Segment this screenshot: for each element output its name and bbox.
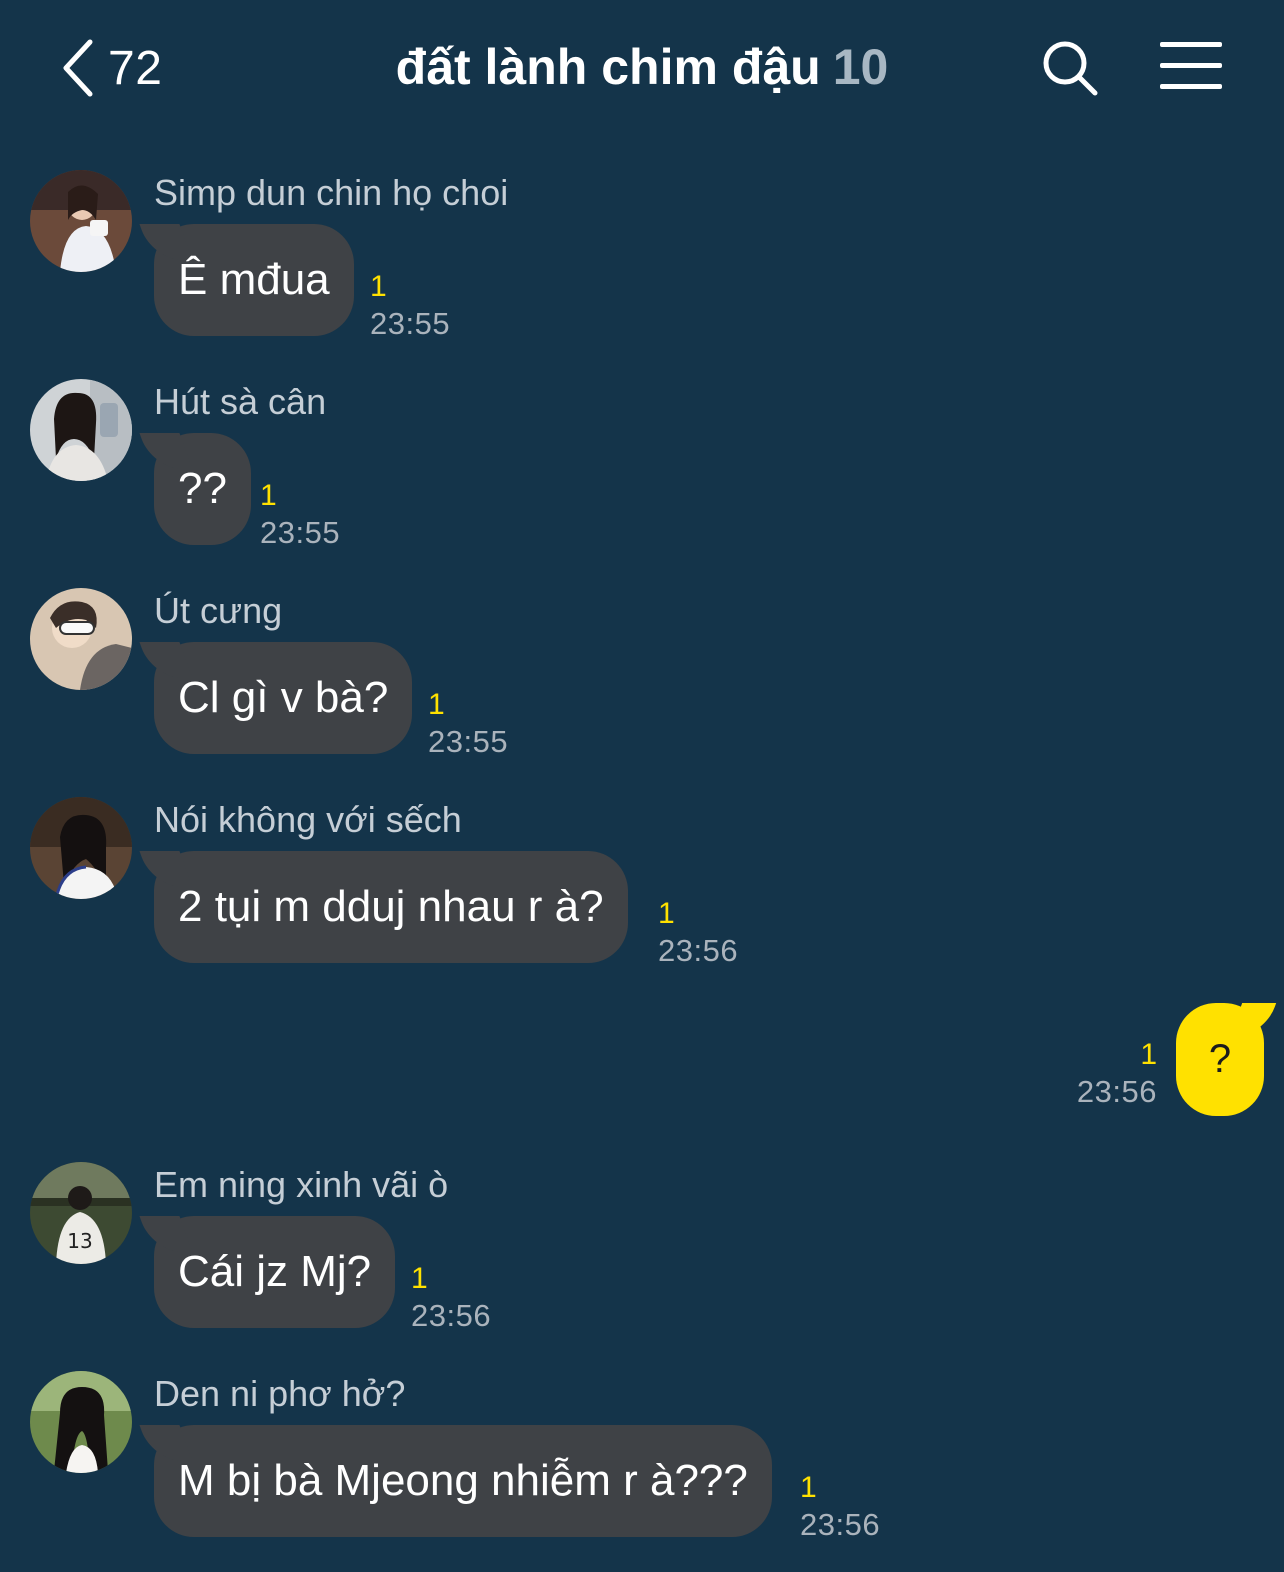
message-text: Cl gì v bà?: [178, 673, 389, 722]
message-bubble[interactable]: Cái jz Mj?: [154, 1216, 396, 1328]
chat-room-name: đất lành chim đậu: [395, 39, 821, 95]
sender-name: Nói không với sếch: [154, 799, 462, 840]
avatar[interactable]: 13: [30, 1162, 132, 1264]
message-time: 23:55: [260, 515, 341, 550]
message-text: 2 tụi m dduj nhau r à?: [178, 882, 604, 931]
sender-name: Den ni phơ hở?: [154, 1373, 406, 1414]
message-meta: 1 23:55: [428, 688, 508, 762]
message-meta: 1 23:56: [411, 1262, 491, 1336]
search-icon: [1043, 41, 1098, 96]
message-meta: 1 23:56: [800, 1471, 880, 1545]
message-text: ??: [178, 464, 227, 513]
message-bubble[interactable]: ??: [154, 433, 251, 545]
own-message-meta: 1 23:56: [1077, 1038, 1157, 1112]
message-time: 23:56: [658, 933, 739, 968]
message-time: 23:56: [411, 1298, 492, 1333]
unread-count: 1: [411, 1262, 428, 1295]
chat-header: 72 đất lành chim đậu 10: [0, 0, 1284, 136]
unread-count: 1: [260, 479, 277, 512]
unread-count: 1: [800, 1471, 817, 1504]
avatar[interactable]: [30, 1371, 132, 1473]
message-bubble[interactable]: Cl gì v bà?: [154, 642, 413, 754]
unread-count: 1: [658, 897, 675, 930]
own-message-bubble[interactable]: ?: [1176, 1003, 1264, 1116]
message-bubble[interactable]: Ê mđua: [154, 224, 354, 336]
message-meta: 1 23:56: [658, 897, 738, 971]
message-meta: 1 23:55: [260, 479, 340, 553]
avatar[interactable]: [30, 379, 132, 481]
menu-button[interactable]: [1160, 42, 1222, 90]
sender-name: Simp dun chin họ choi: [154, 172, 509, 213]
message-bubble[interactable]: 2 tụi m dduj nhau r à?: [154, 851, 628, 963]
unread-count: 1: [428, 688, 445, 721]
unread-count: 1: [370, 270, 387, 303]
avatar[interactable]: [30, 588, 132, 690]
svg-text:13: 13: [67, 1229, 92, 1253]
message-text: Cái jz Mj?: [178, 1247, 372, 1296]
message-text: Ê mđua: [178, 255, 330, 304]
message-meta: 1 23:55: [370, 270, 450, 344]
message-bubble[interactable]: M bị bà Mjeong nhiễm r à???: [154, 1425, 772, 1537]
message-time: 23:55: [370, 306, 451, 341]
avatar[interactable]: [30, 797, 132, 899]
unread-count: 1: [1140, 1038, 1157, 1071]
avatar[interactable]: [30, 170, 132, 272]
message-text: M bị bà Mjeong nhiễm r à???: [178, 1456, 748, 1505]
message-time: 23:56: [1076, 1074, 1157, 1109]
message-time: 23:55: [428, 724, 509, 759]
member-count: 10: [832, 39, 889, 95]
message-time: 23:56: [800, 1507, 881, 1542]
message-text: ?: [1208, 1037, 1232, 1081]
sender-name: Hút sà cân: [154, 381, 327, 422]
chat-screen: 72 đất lành chim đậu 10 Simp dun chin họ …: [0, 0, 1284, 1572]
sender-name: Út cưng: [154, 590, 283, 631]
sender-name: Em ning xinh vãi ò: [154, 1164, 449, 1205]
search-button[interactable]: [1040, 38, 1100, 98]
